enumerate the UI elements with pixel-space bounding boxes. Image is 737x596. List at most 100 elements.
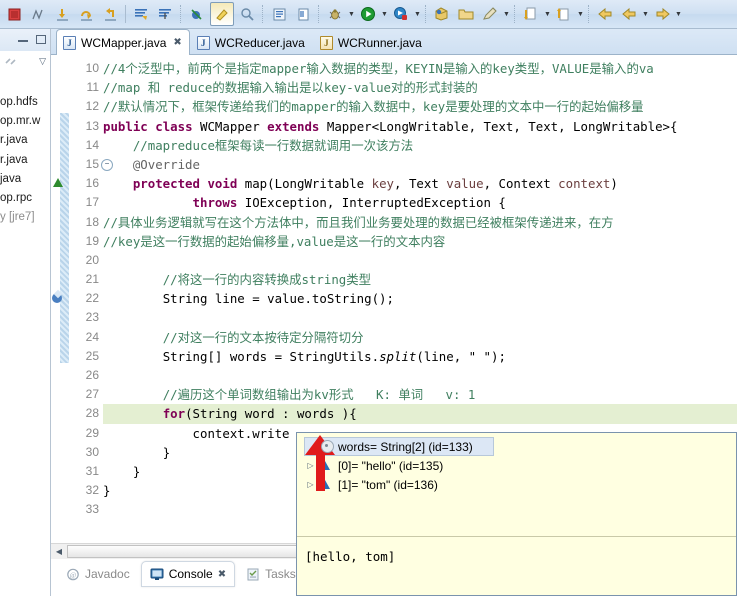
variable-row-index-0[interactable]: ▷ [0]= "hello" (id=135) bbox=[297, 456, 736, 475]
code-line: String line = value.toString(); bbox=[103, 289, 737, 308]
task-icon bbox=[298, 8, 308, 20]
line-number: 24 bbox=[85, 329, 99, 344]
package-explorer-toolbar: ▽ bbox=[0, 51, 50, 71]
svg-text:@: @ bbox=[70, 571, 77, 579]
tree-item[interactable]: y [jre7] bbox=[0, 208, 50, 227]
toolbar-open-task-button[interactable] bbox=[291, 2, 315, 26]
tasks-icon bbox=[247, 568, 259, 580]
main-toolbar bbox=[0, 0, 737, 29]
code-comment: //具体业务逻辑就写在这个方法体中，而且我们业务要处理的数据已经被框架传递进来，… bbox=[103, 214, 614, 230]
editor-tab-wcreducer[interactable]: J WCReducer.java bbox=[190, 29, 313, 55]
toolbar-back2-button[interactable] bbox=[617, 2, 641, 26]
param-name: context bbox=[558, 176, 611, 192]
editor-gutter[interactable]: 10 11 12 13 14 15− 16 17 18 19 20 21 22 … bbox=[51, 55, 113, 526]
debug-hover-popup[interactable]: words= String[2] (id=133) ▷ [0]= "hello"… bbox=[296, 432, 737, 596]
tree-item[interactable]: op.rpc bbox=[0, 189, 50, 208]
toolbar-debug-button[interactable] bbox=[323, 2, 347, 26]
toolbar-new-package-button[interactable] bbox=[430, 2, 454, 26]
tree-item[interactable]: java bbox=[0, 170, 50, 189]
variable-tree[interactable]: words= String[2] (id=133) ▷ [0]= "hello"… bbox=[297, 435, 736, 536]
variable-label: [1]= "tom" (id=136) bbox=[338, 477, 438, 492]
keyword-extends: extends bbox=[267, 118, 320, 134]
breakpoint-icon[interactable] bbox=[52, 293, 62, 304]
line-number: 29 bbox=[85, 425, 99, 440]
toolbar-separator-1 bbox=[125, 5, 126, 23]
toolbar-forward-dropdown[interactable] bbox=[674, 3, 683, 25]
line-number: 30 bbox=[85, 444, 99, 459]
close-icon[interactable]: ✖ bbox=[173, 37, 181, 48]
scroll-left-arrow-icon[interactable]: ◀ bbox=[51, 545, 67, 559]
toolbar-external-tools-button[interactable] bbox=[389, 2, 413, 26]
toolbar-back-dropdown[interactable] bbox=[641, 3, 650, 25]
toolbar-prev-edit-button[interactable] bbox=[552, 2, 576, 26]
toolbar-separator-7 bbox=[588, 5, 590, 23]
breakpoint-icon bbox=[190, 8, 202, 20]
code-comment: //map 和 reduce的数据输入输出是以key-value对的形式封装的 bbox=[103, 80, 478, 96]
toolbar-prev-edit-dropdown[interactable] bbox=[576, 3, 585, 25]
toolbar-lines2-button[interactable] bbox=[153, 2, 177, 26]
run-icon bbox=[361, 7, 375, 21]
java-file-warning-icon: J bbox=[319, 35, 333, 50]
tree-item[interactable]: r.java bbox=[0, 131, 50, 150]
link-with-editor-icon[interactable] bbox=[4, 55, 17, 68]
toolbar-forward-button[interactable] bbox=[650, 2, 674, 26]
view-menu-icon[interactable]: ▽ bbox=[39, 56, 46, 67]
toolbar-pencil-button[interactable] bbox=[478, 2, 502, 26]
tree-item[interactable]: r.java bbox=[0, 151, 50, 170]
toolbar-step-return-button[interactable] bbox=[98, 2, 122, 26]
variable-words: words bbox=[229, 348, 268, 364]
toolbar-debug-dropdown[interactable] bbox=[347, 3, 356, 25]
for-loop-header: (String word : words ){ bbox=[185, 406, 357, 422]
toolbar-skip-breakpoints-button[interactable] bbox=[185, 2, 209, 26]
toolbar-step-into-button[interactable] bbox=[50, 2, 74, 26]
toolbar-pencil-dropdown[interactable] bbox=[502, 3, 511, 25]
line-number: 20 bbox=[85, 252, 99, 267]
disconnect-icon bbox=[31, 8, 43, 20]
tree-item[interactable]: op.mr.w bbox=[0, 112, 50, 131]
closing-brace: } bbox=[162, 444, 171, 460]
pencil-icon bbox=[483, 7, 497, 20]
maximize-icon[interactable] bbox=[35, 34, 47, 46]
code-comment: //对这一行的文本按待定分隔符切分 bbox=[162, 329, 364, 345]
bottom-tab-tasks[interactable]: Tasks bbox=[237, 561, 305, 587]
toolbar-run-button[interactable] bbox=[356, 2, 380, 26]
toolbar-back-button[interactable] bbox=[593, 2, 617, 26]
toolbar-run-dropdown[interactable] bbox=[380, 3, 389, 25]
forward-icon bbox=[656, 7, 670, 21]
code-comment: //key是这一行数据的起始偏移量,value是这一行的文本内容 bbox=[103, 233, 446, 249]
context-write-call: context.write bbox=[192, 425, 290, 441]
lines2-icon bbox=[158, 8, 171, 19]
toolbar-open-type-button[interactable] bbox=[267, 2, 291, 26]
toolbar-terminate-button[interactable] bbox=[2, 2, 26, 26]
toolbar-separator-4 bbox=[318, 5, 320, 23]
toolbar-mark-occurrences-button[interactable] bbox=[209, 2, 235, 26]
toolbar-step-over-button[interactable] bbox=[74, 2, 98, 26]
toolbar-external-tools-dropdown[interactable] bbox=[413, 3, 422, 25]
toolbar-disconnect-button[interactable] bbox=[26, 2, 50, 26]
editor-tab-wcmapper[interactable]: J WCMapper.java ✖ bbox=[56, 29, 190, 55]
javadoc-icon: @ bbox=[67, 568, 79, 580]
java-file-icon: J bbox=[63, 35, 76, 50]
assignment-expression: line = value.toString(); bbox=[214, 291, 394, 307]
code-line: throws IOException, InterruptedException… bbox=[103, 193, 737, 212]
toolbar-lines-button[interactable] bbox=[129, 2, 153, 26]
toolbar-search-button[interactable] bbox=[235, 2, 259, 26]
bottom-tab-console[interactable]: Console ✖ bbox=[140, 561, 236, 587]
close-icon[interactable]: ✖ bbox=[218, 569, 226, 580]
code-line: //对这一行的文本按待定分隔符切分 bbox=[103, 328, 737, 347]
variable-row-index-1[interactable]: ▷ [1]= "tom" (id=136) bbox=[297, 475, 736, 494]
package-icon bbox=[435, 7, 448, 21]
keyword-throws: throws bbox=[192, 195, 238, 211]
minimize-icon[interactable] bbox=[17, 34, 29, 46]
variable-detail-pane[interactable]: [hello, tom] bbox=[297, 537, 736, 564]
toolbar-next-edit-button[interactable] bbox=[519, 2, 543, 26]
bottom-tab-javadoc[interactable]: @ Javadoc bbox=[57, 561, 139, 587]
editor-tab-wcrunner[interactable]: J WCRunner.java bbox=[313, 29, 430, 55]
code-comment: //mapreduce框架每读一行数据就调用一次该方法 bbox=[132, 137, 414, 153]
tree-item[interactable]: op.hdfs bbox=[0, 93, 50, 112]
toolbar-next-edit-dropdown[interactable] bbox=[543, 3, 552, 25]
lines-icon bbox=[134, 8, 147, 20]
code-line: //key是这一行数据的起始偏移量,value是这一行的文本内容 bbox=[103, 232, 737, 251]
toolbar-open-resource-button[interactable] bbox=[454, 2, 478, 26]
